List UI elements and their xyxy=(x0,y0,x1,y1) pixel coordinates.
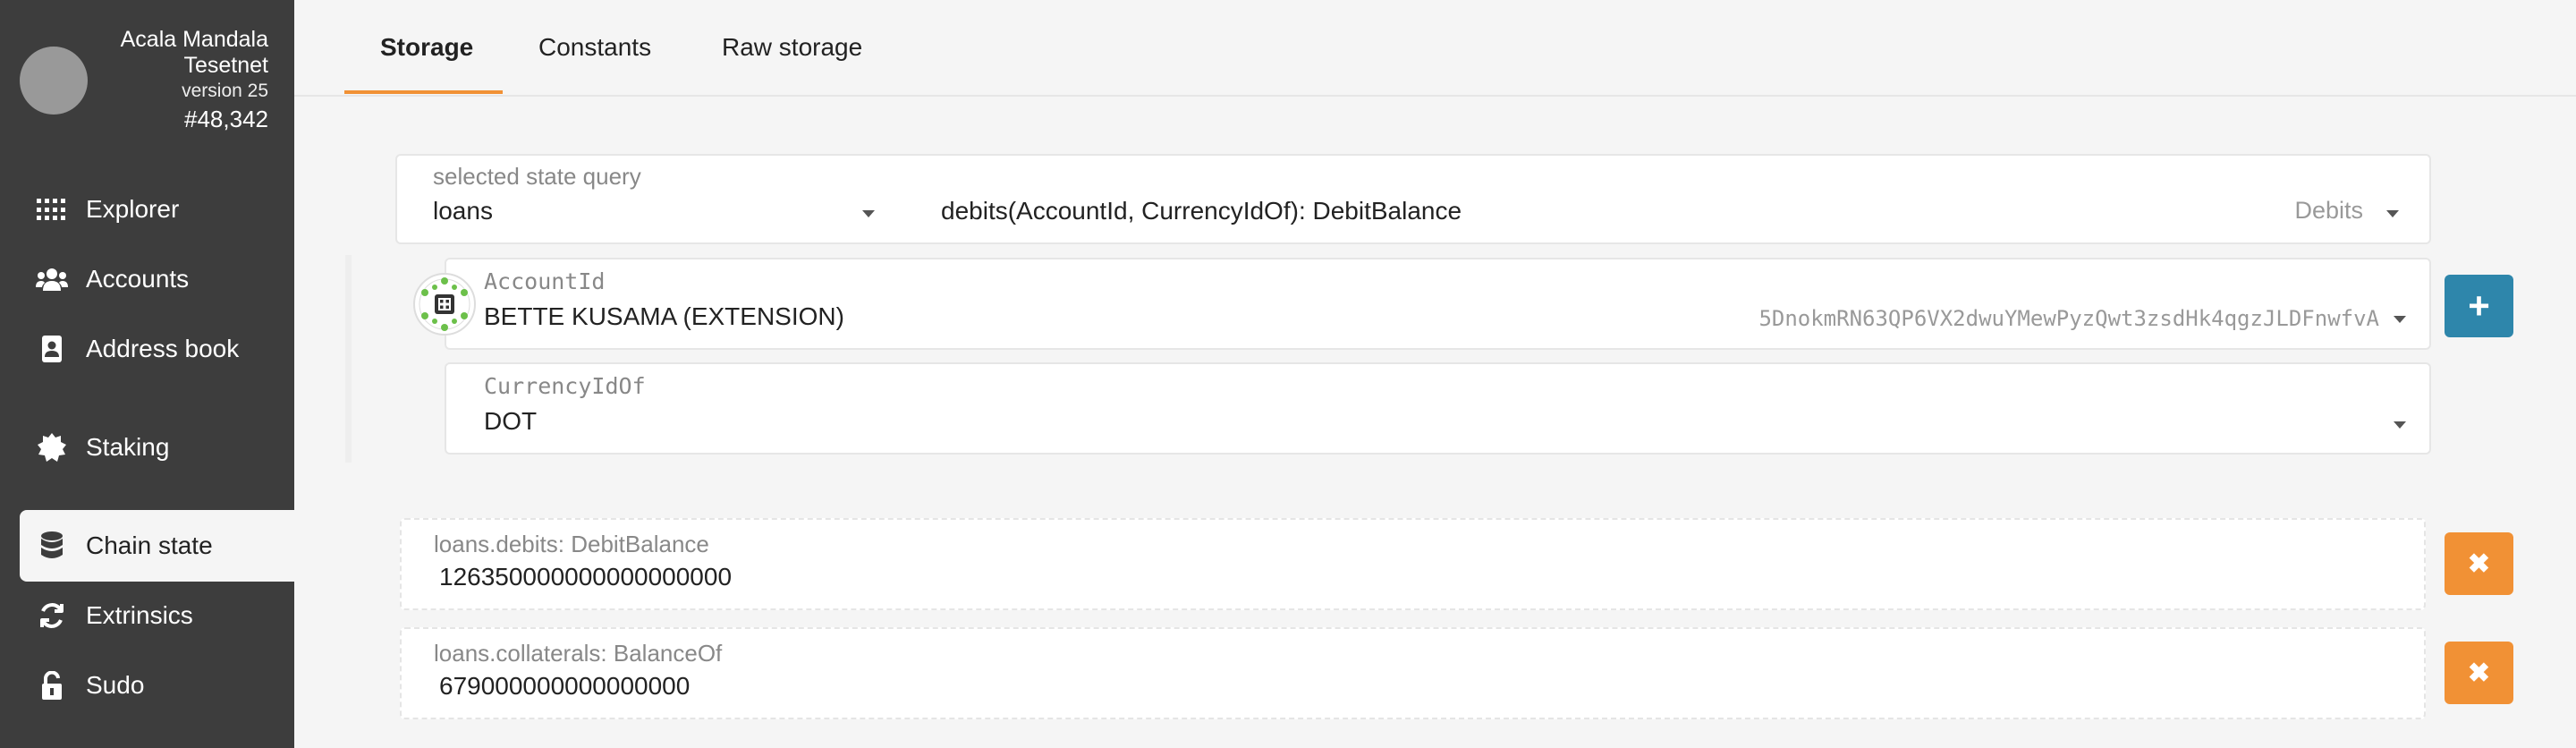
remove-result-button[interactable]: ✖ xyxy=(2445,642,2513,704)
chain-version: version 25 xyxy=(182,81,268,101)
tab-raw-storage[interactable]: Raw storage xyxy=(722,0,862,95)
chain-info[interactable]: Acala Mandala Tesetnet version 25 #48,34… xyxy=(0,0,294,143)
state-query-label: selected state query xyxy=(433,163,641,190)
unlock-icon xyxy=(36,669,68,701)
sidebar-item-chain-state[interactable]: Chain state xyxy=(20,510,295,582)
sidebar-item-sudo[interactable]: Sudo xyxy=(20,650,295,721)
active-tab-indicator xyxy=(344,90,503,94)
account-id-input[interactable]: AccountId BETTE KUSAMA (EXTENSION) 5Dnok… xyxy=(445,258,2431,350)
tab-bar: Storage Constants Raw storage xyxy=(294,0,2576,97)
sidebar-item-label: Sudo xyxy=(86,671,145,699)
sync-icon xyxy=(36,599,68,632)
sidebar-item-accounts[interactable]: Accounts xyxy=(20,243,295,315)
result-label: loans.debits: DebitBalance xyxy=(434,531,709,557)
identicon[interactable] xyxy=(413,273,476,336)
module-value: loans xyxy=(433,197,493,225)
module-dropdown[interactable]: loans xyxy=(433,197,898,236)
address-book-icon xyxy=(36,333,68,365)
chevron-down-icon xyxy=(2394,316,2406,323)
sidebar-item-label: Address book xyxy=(86,335,240,362)
method-hint: Debits xyxy=(2294,197,2363,224)
grid-dots-icon xyxy=(36,193,68,225)
close-icon: ✖ xyxy=(2467,658,2491,688)
add-button[interactable]: + xyxy=(2445,275,2513,337)
method-dropdown[interactable]: debits(AccountId, CurrencyIdOf): DebitBa… xyxy=(941,197,2399,236)
account-id-label: AccountId xyxy=(484,268,606,294)
remove-result-button[interactable]: ✖ xyxy=(2445,532,2513,595)
method-value: debits(AccountId, CurrencyIdOf): DebitBa… xyxy=(941,197,1462,225)
chevron-down-icon xyxy=(2394,421,2406,429)
identicon-icon xyxy=(419,277,470,331)
sidebar-item-address-book[interactable]: Address book xyxy=(20,313,295,385)
chain-name: Acala Mandala Tesetnet xyxy=(120,27,268,78)
tab-storage[interactable]: Storage xyxy=(380,0,473,95)
account-address: 5DnokmRN63QP6VX2dwuYMewPyzQwt3zsdHk4qgzJ… xyxy=(1758,306,2379,331)
sidebar-item-explorer[interactable]: Explorer xyxy=(20,174,295,245)
sidebar-item-label: Accounts xyxy=(86,265,190,293)
account-name: BETTE KUSAMA (EXTENSION) xyxy=(484,302,844,330)
sidebar-item-staking[interactable]: Staking xyxy=(20,412,295,483)
close-icon: ✖ xyxy=(2467,548,2491,579)
state-query-selector: selected state query loans debits(Accoun… xyxy=(395,154,2431,244)
users-icon xyxy=(36,263,68,295)
params-group-bar xyxy=(345,255,352,463)
query-result: loans.debits: DebitBalance 1263500000000… xyxy=(400,518,2426,610)
chevron-down-icon xyxy=(2386,210,2399,217)
sidebar-item-label: Staking xyxy=(86,433,170,461)
sidebar: Acala Mandala Tesetnet version 25 #48,34… xyxy=(0,0,295,748)
chain-logo xyxy=(20,47,88,115)
certificate-icon xyxy=(36,431,68,463)
sidebar-item-label: Chain state xyxy=(86,531,213,559)
chevron-down-icon xyxy=(862,210,875,217)
sidebar-item-extrinsics[interactable]: Extrinsics xyxy=(20,580,295,651)
currency-id-label: CurrencyIdOf xyxy=(484,373,646,399)
database-icon xyxy=(36,530,68,562)
chain-block-number: #48,342 xyxy=(184,106,268,132)
result-label: loans.collaterals: BalanceOf xyxy=(434,640,723,667)
query-result: loans.collaterals: BalanceOf 67900000000… xyxy=(400,627,2426,719)
tab-constants[interactable]: Constants xyxy=(538,0,651,95)
currency-id-select[interactable]: CurrencyIdOf DOT xyxy=(445,362,2431,455)
currency-value: DOT xyxy=(484,407,538,435)
result-value: 679000000000000000 xyxy=(439,672,691,700)
sidebar-item-label: Extrinsics xyxy=(86,601,193,629)
result-value: 126350000000000000000 xyxy=(439,563,733,591)
sidebar-item-label: Explorer xyxy=(86,195,180,223)
